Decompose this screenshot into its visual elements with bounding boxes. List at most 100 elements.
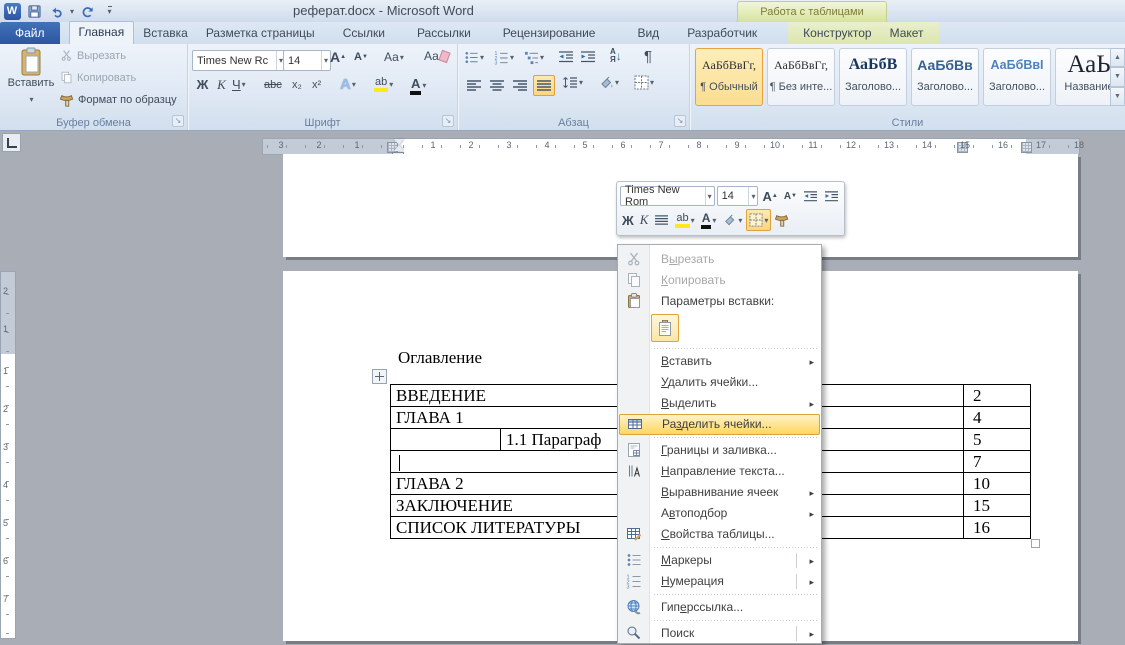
gallery-up-icon[interactable]: ▲ [1110,48,1125,67]
save-button[interactable] [25,2,43,20]
mini-italic-button[interactable]: K [638,210,651,230]
mini-font-size-combo[interactable]: 14▾ [717,186,759,206]
undo-dropdown-arrow-icon[interactable]: ▾ [70,7,74,16]
style-card-zagolovok1[interactable]: АаБбВ Заголово... [839,48,907,106]
style-card-bez-intervala[interactable]: АаБбВвГг, ¶ Без инте... [767,48,835,106]
menu-item-cell-alignment[interactable]: Выравнивание ячеек ▸ [618,482,821,503]
customize-qat-button[interactable]: ▾ [100,2,118,20]
mini-highlight-button[interactable]: ab▾ [673,210,696,230]
tab-razrabotchik[interactable]: Разработчик [678,22,766,44]
multilevel-list-button[interactable]: ▾ [524,50,544,65]
toc-page-cell[interactable]: 5 [964,429,1031,451]
mini-font-name-combo[interactable]: Times New Rom▾ [620,186,715,206]
menu-item-bullets[interactable]: Маркеры ▸ [618,550,821,571]
undo-button[interactable] [47,2,65,20]
clear-formatting-button[interactable]: Аа [424,49,449,63]
strikethrough-button[interactable]: abc [264,79,282,91]
style-card-zagolovok3[interactable]: АаБбВвI Заголово... [983,48,1051,106]
tab-vstavka[interactable]: Вставка [134,22,197,44]
shrink-font-button[interactable]: А▼ [354,51,368,63]
change-case-button[interactable]: Аа▾ [384,50,404,64]
align-right-button[interactable] [510,76,530,94]
font-color-button[interactable]: А▾ [410,76,426,95]
bold-button[interactable]: Ж [194,77,211,92]
toc-page-cell[interactable]: 16 [964,517,1031,539]
menu-item-select[interactable]: Выделить ▸ [618,393,821,414]
highlight-color-button[interactable]: ab▾ [374,76,393,92]
mini-font-color-button[interactable]: А▾ [699,210,719,230]
tab-razmetka-stranitsy[interactable]: Разметка страницы [197,22,324,44]
mini-grow-font-button[interactable]: А▲ [760,186,779,206]
menu-item-numbering[interactable]: 123 Нумерация ▸ [618,571,821,592]
toc-page-cell[interactable]: 2 [964,385,1031,407]
numbering-button[interactable]: 123▾ [494,50,514,65]
grow-font-button[interactable]: А▲ [330,49,346,65]
table-resize-handle[interactable] [1031,539,1040,548]
line-spacing-button[interactable]: ▾ [562,76,583,89]
font-size-dropdown-icon[interactable]: ▾ [321,51,328,70]
mini-shrink-font-button[interactable]: А▼ [782,186,799,206]
table-move-handle[interactable] [372,369,387,384]
subscript-button[interactable]: x₂ [292,79,302,91]
gallery-more-icon[interactable]: ▼ [1110,87,1125,106]
bullets-button[interactable]: ▾ [464,50,484,65]
paste-keep-formatting-button[interactable] [651,314,679,342]
tab-file[interactable]: Файл [0,22,60,44]
tab-glavnaya[interactable]: Главная [69,21,135,44]
font-size-combo[interactable]: 14▾ [283,50,331,71]
gallery-down-icon[interactable]: ▼ [1110,67,1125,86]
sort-button[interactable]: АЯ ↓ [610,48,622,64]
borders-button[interactable]: ▾ [634,75,654,90]
menu-item-delete-cells[interactable]: Удалить ячейки... [618,372,821,393]
menu-item-table-properties[interactable]: Свойства таблицы... [618,524,821,545]
tab-rassylki[interactable]: Рассылки [408,22,480,44]
ruler-column-marker-icon[interactable] [1021,142,1032,153]
font-name-dropdown-icon[interactable]: ▾ [276,51,283,70]
mini-shading-button[interactable]: ▾ [720,210,744,230]
copy-button[interactable]: Копировать [60,71,136,84]
superscript-button[interactable]: x² [312,79,321,91]
style-card-zagolovok2[interactable]: АаБбВв Заголово... [911,48,979,106]
mini-justify-button[interactable] [652,210,671,230]
mini-decrease-indent-button[interactable] [801,186,820,206]
justify-button[interactable] [533,75,555,96]
text-effects-button[interactable]: А▾ [340,76,356,93]
tab-retsenzirovanie[interactable]: Рецензирование [494,22,605,44]
menu-item-split-cells[interactable]: Разделить ячейки... [619,414,820,435]
mini-bold-button[interactable]: Ж [620,210,636,230]
decrease-indent-button[interactable] [558,50,574,64]
font-name-combo[interactable]: Times New Rc▾ [192,50,286,71]
tab-konstruktor[interactable]: Конструктор [794,22,880,44]
italic-button[interactable]: K [214,77,229,93]
toc-page-cell[interactable]: 10 [964,473,1031,495]
pilcrow-button[interactable]: ¶ [644,48,652,65]
tab-stop-selector[interactable] [2,133,21,152]
underline-button[interactable]: Ч▾ [232,77,246,92]
menu-item-insert[interactable]: Вставить ▸ [618,351,821,372]
tab-ssylki[interactable]: Ссылки [334,22,394,44]
paragraph-dialog-launcher[interactable]: ↘ [674,115,686,127]
mini-borders-button[interactable]: ▾ [746,209,771,231]
tab-vid[interactable]: Вид [628,22,668,44]
redo-button[interactable] [78,2,96,20]
menu-item-autofit[interactable]: Автоподбор ▸ [618,503,821,524]
menu-item-text-direction[interactable]: Направление текста... [618,461,821,482]
toc-page-cell[interactable]: 15 [964,495,1031,517]
align-center-button[interactable] [487,76,507,94]
mini-increase-indent-button[interactable] [822,186,841,206]
clipboard-dialog-launcher[interactable]: ↘ [172,115,184,127]
menu-item-hyperlink[interactable]: Гиперссылка... [618,597,821,618]
font-dialog-launcher[interactable]: ↘ [442,115,454,127]
format-painter-button[interactable]: Формат по образцу [60,93,177,107]
tab-maket[interactable]: Макет [881,22,933,44]
shading-button[interactable]: ▾ [598,75,619,90]
style-card-obychnyi[interactable]: АаБбВвГг, ¶ Обычный [695,48,763,106]
menu-item-borders-shading[interactable]: Границы и заливка... [618,440,821,461]
first-line-indent-marker[interactable] [394,139,404,151]
menu-item-search[interactable]: Поиск ▸ [618,623,821,644]
cut-button[interactable]: Вырезать [60,49,126,62]
toc-page-cell[interactable]: 4 [964,407,1031,429]
toc-indent-cell[interactable] [391,429,501,451]
align-left-button[interactable] [464,76,484,94]
mini-format-painter-button[interactable] [773,210,791,230]
